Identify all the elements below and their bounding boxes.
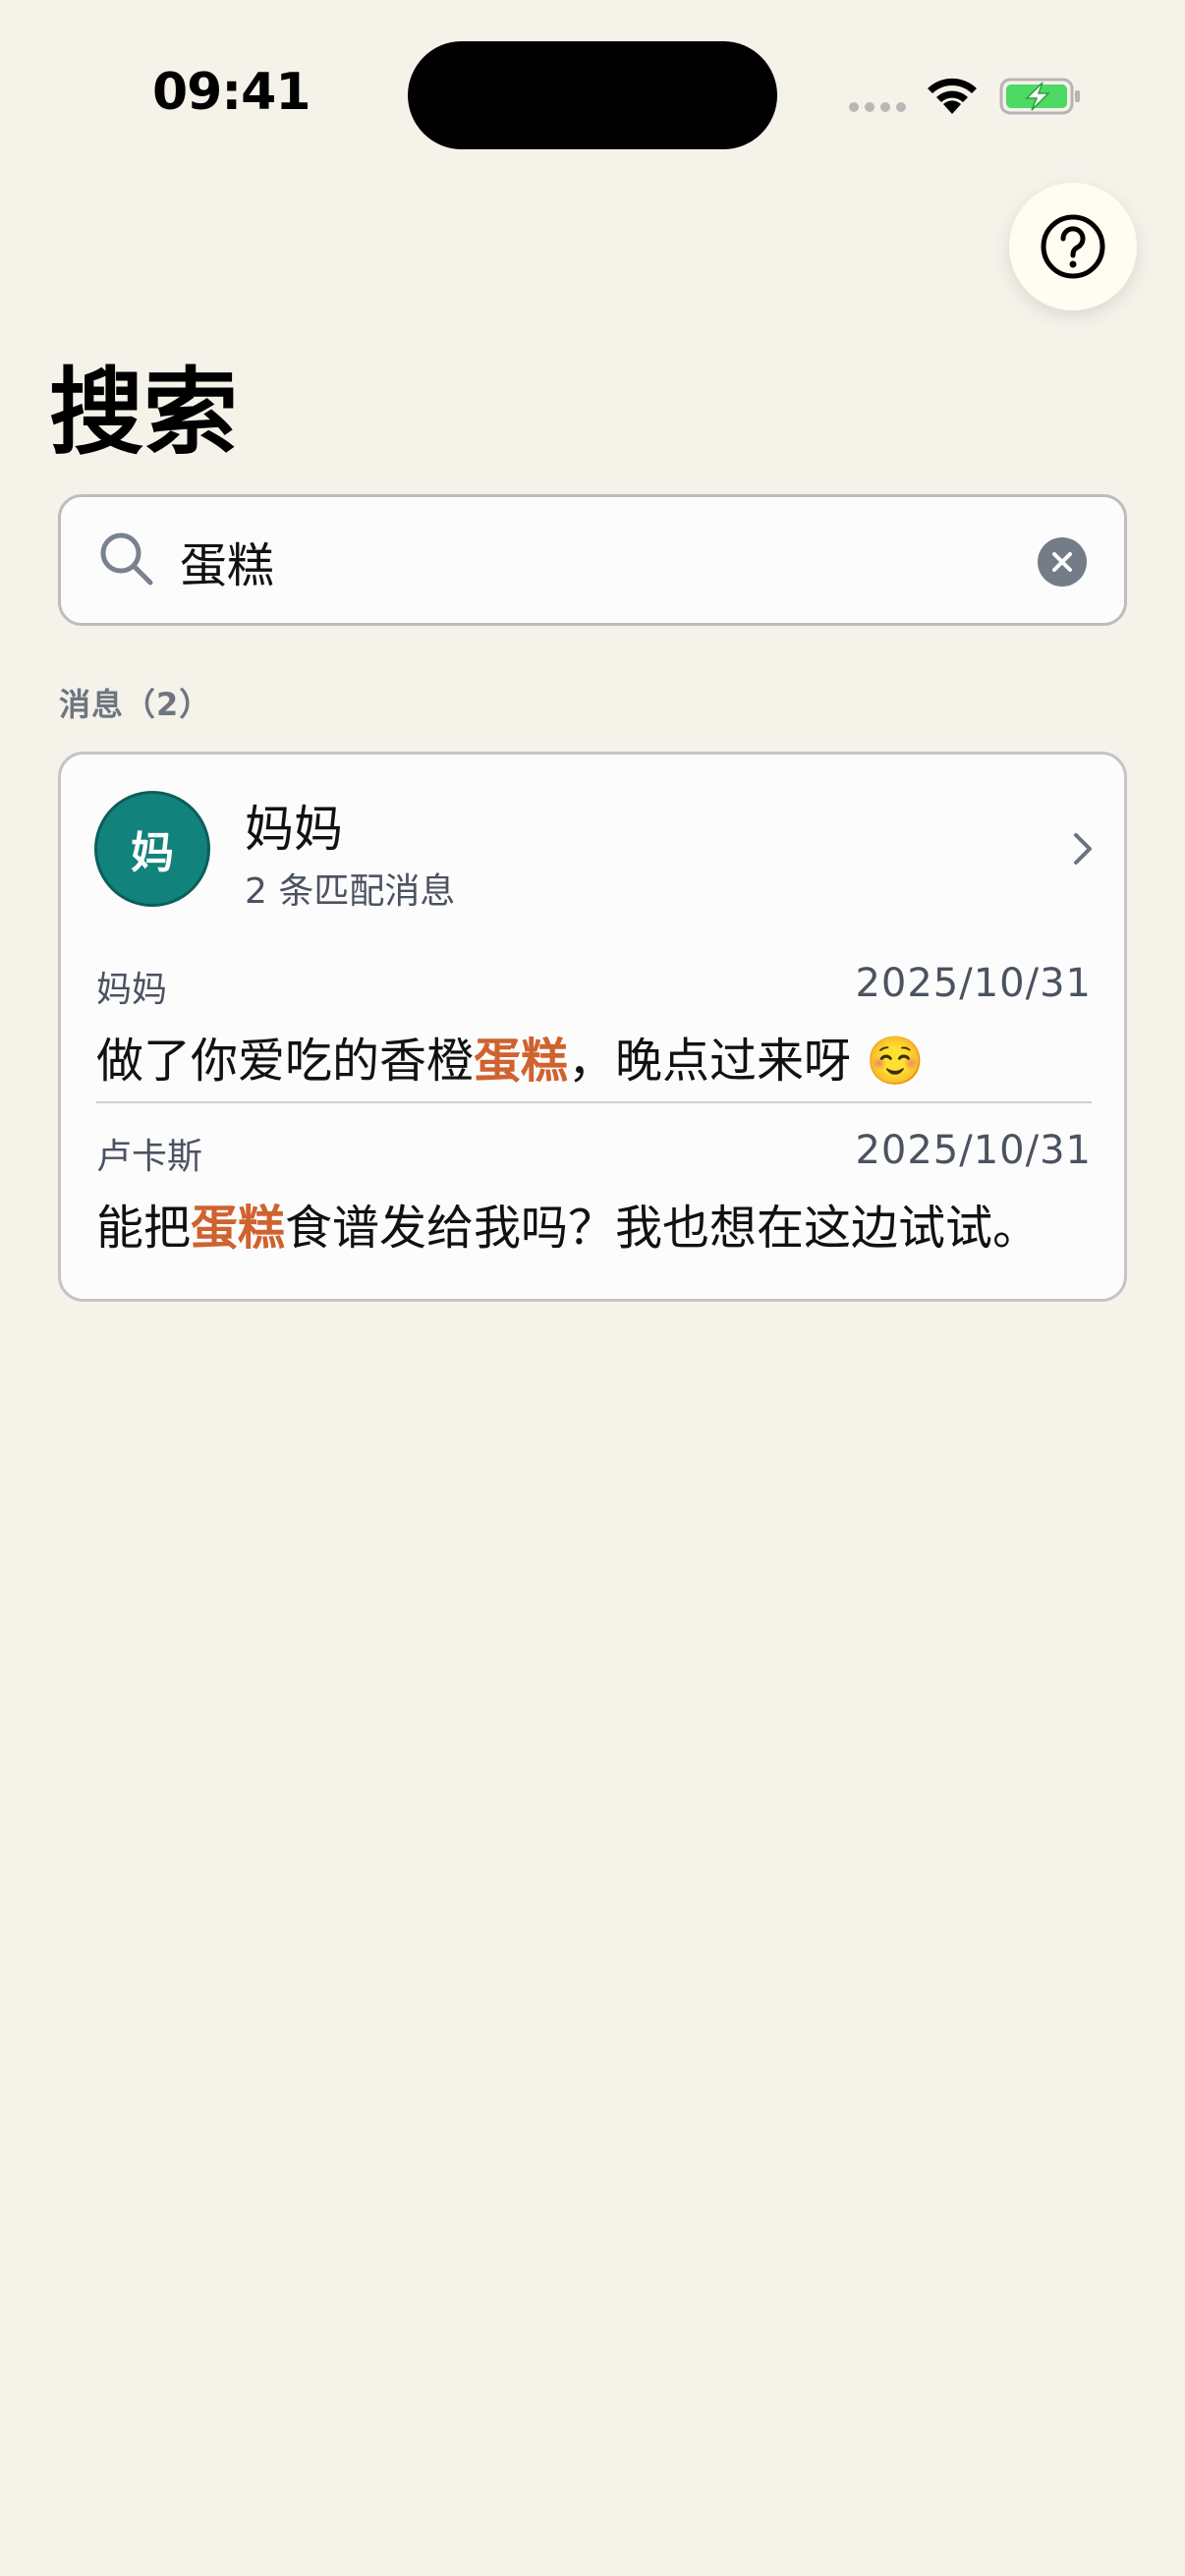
search-screen: 09:41 搜索 消息（2 bbox=[0, 0, 1185, 2576]
page-title: 搜索 bbox=[49, 358, 238, 468]
contact-name: 妈妈 bbox=[245, 801, 343, 858]
help-button[interactable] bbox=[1009, 183, 1137, 310]
match-count: 2 条匹配消息 bbox=[245, 871, 456, 912]
conversation-result-card[interactable]: 妈 妈妈 2 条匹配消息 妈妈 2025/10/31 做了你爱吃的香橙蛋糕，晚点… bbox=[58, 752, 1127, 1302]
divider bbox=[96, 1101, 1092, 1103]
wifi-icon bbox=[928, 78, 977, 114]
message-result[interactable]: 卢卡斯 2025/10/31 能把蛋糕食谱发给我吗？我也想在这边试试。 bbox=[96, 1128, 1092, 1275]
clear-icon bbox=[1052, 552, 1072, 572]
message-text: 能把蛋糕食谱发给我吗？我也想在这边试试。 bbox=[96, 1201, 1041, 1256]
battery-charging-icon bbox=[999, 78, 1080, 115]
message-date: 2025/10/31 bbox=[855, 1128, 1092, 1173]
message-date: 2025/10/31 bbox=[855, 961, 1092, 1006]
search-input[interactable] bbox=[180, 527, 966, 595]
highlighted-match: 蛋糕 bbox=[191, 1201, 286, 1256]
signal-icon bbox=[849, 102, 906, 112]
help-icon bbox=[1041, 214, 1105, 279]
status-time: 09:41 bbox=[152, 63, 311, 122]
message-sender: 卢卡斯 bbox=[96, 1137, 203, 1177]
clear-search-button[interactable] bbox=[1038, 537, 1087, 587]
message-result[interactable]: 妈妈 2025/10/31 做了你爱吃的香橙蛋糕，晚点过来呀 ☺️ bbox=[96, 961, 1092, 1108]
message-text: 做了你爱吃的香橙蛋糕，晚点过来呀 ☺️ bbox=[96, 1034, 926, 1089]
section-label-messages: 消息（2） bbox=[59, 686, 212, 723]
search-bar[interactable] bbox=[58, 494, 1127, 626]
dynamic-island bbox=[408, 41, 777, 149]
highlighted-match: 蛋糕 bbox=[474, 1034, 569, 1089]
search-icon bbox=[100, 532, 153, 586]
avatar: 妈 bbox=[94, 791, 210, 907]
message-sender: 妈妈 bbox=[96, 970, 168, 1010]
chevron-right-icon[interactable] bbox=[1068, 829, 1098, 868]
